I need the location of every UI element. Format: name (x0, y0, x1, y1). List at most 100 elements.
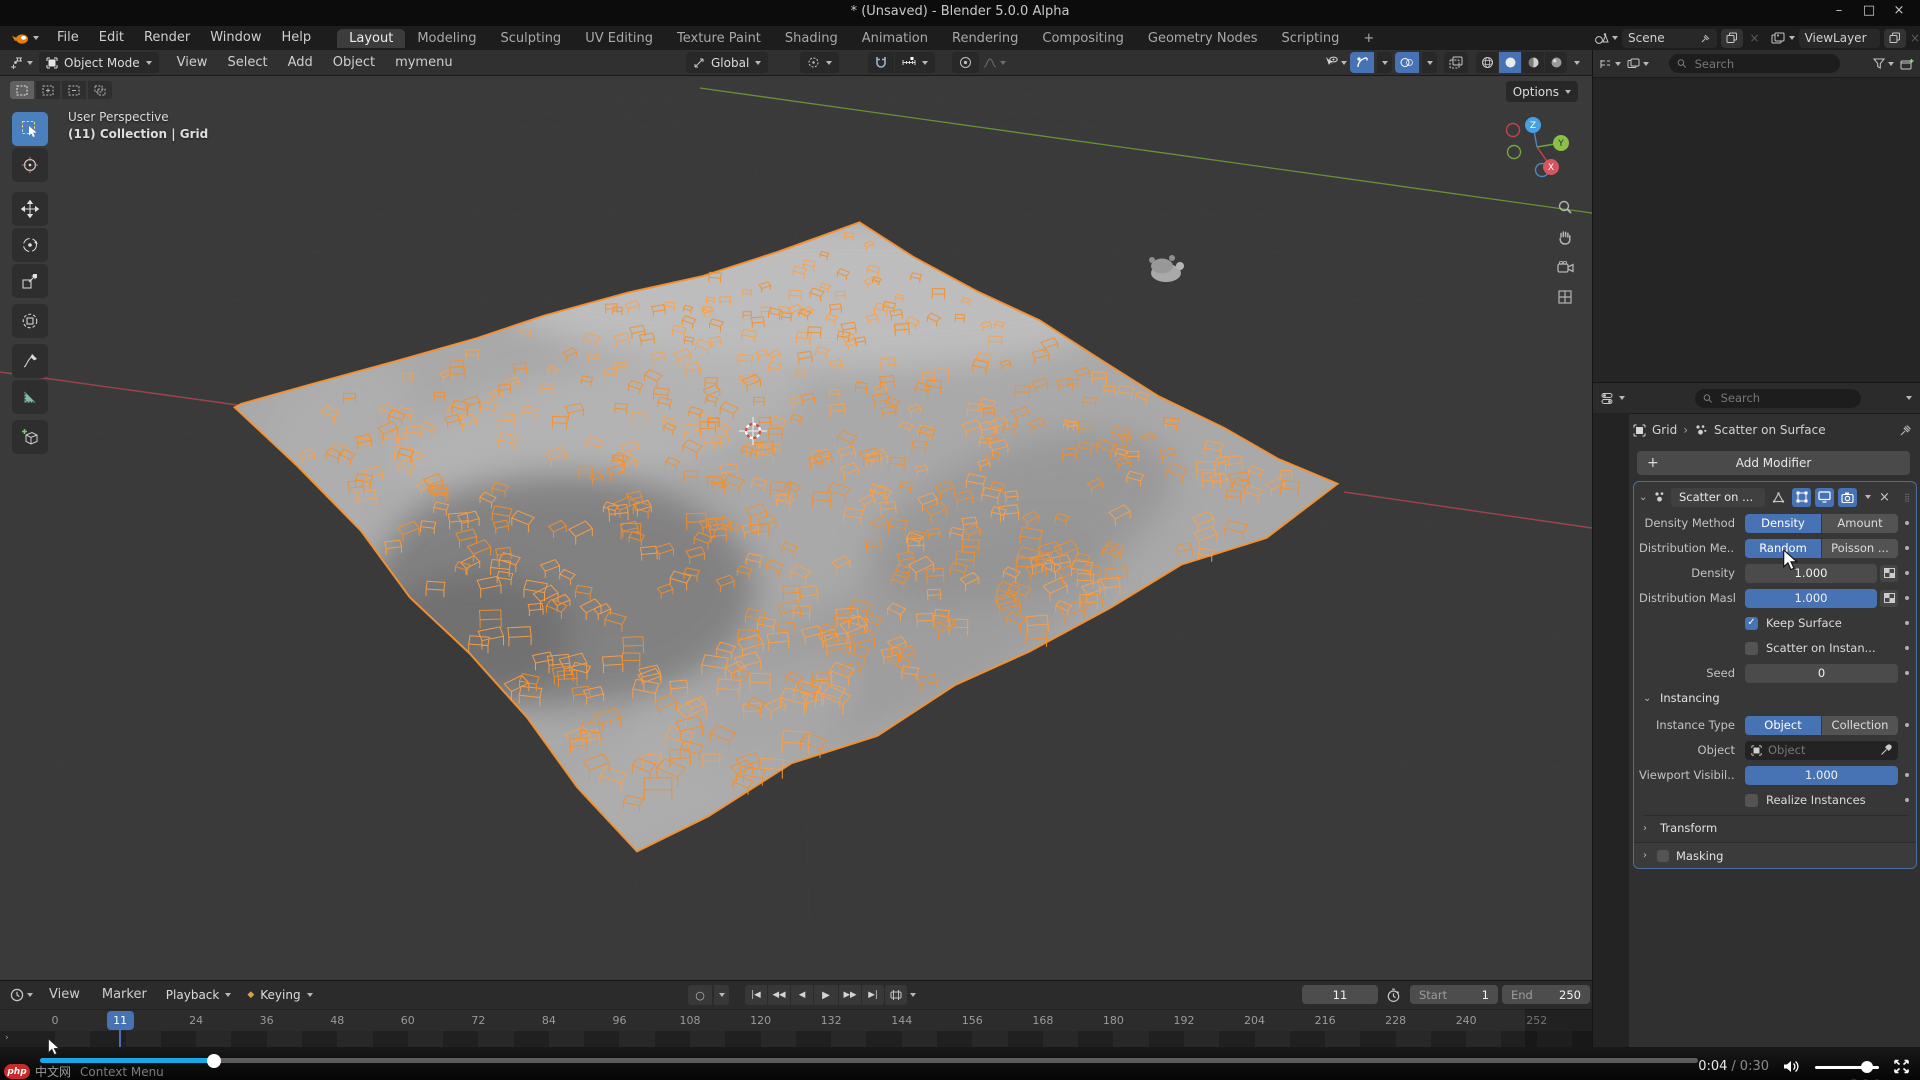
mode-dropdown[interactable]: Object Mode (39, 52, 159, 73)
tool-transform[interactable] (12, 304, 48, 338)
mask-texture-button[interactable] (1880, 590, 1898, 607)
timeline-menu-view[interactable]: View (39, 983, 90, 1007)
speaker-icon[interactable] (1783, 1059, 1801, 1074)
snap-toggle[interactable] (868, 52, 894, 73)
play-button[interactable]: ▶ (814, 985, 838, 1005)
tab-animation[interactable]: Animation (850, 29, 940, 48)
shading-dropdown[interactable] (1570, 61, 1584, 65)
viewlayer-name-field[interactable]: ViewLayer (1799, 29, 1880, 48)
preview-range-toggle[interactable] (885, 985, 907, 1005)
select-mode-new[interactable] (10, 81, 34, 99)
ortho-toggle-button[interactable] (1552, 284, 1578, 310)
outliner-search-input[interactable] (1693, 56, 1832, 72)
tool-annotate[interactable] (12, 344, 48, 378)
view3d-menu-mymenu[interactable]: mymenu (385, 51, 463, 75)
tab-uv-editing[interactable]: UV Editing (573, 29, 665, 48)
menu-edit[interactable]: Edit (89, 26, 134, 50)
breadcrumb-object[interactable]: Grid (1652, 423, 1677, 437)
menu-window[interactable]: Window (200, 26, 271, 50)
gizmos-toggle[interactable] (1350, 52, 1374, 73)
tab-compositing[interactable]: Compositing (1030, 29, 1136, 48)
modifier-viewport-toggle[interactable] (1815, 488, 1834, 507)
add-workspace-button[interactable]: + (1351, 29, 1386, 48)
minimize-button[interactable]: – (1824, 3, 1854, 18)
zoom-viewport-button[interactable] (1552, 194, 1578, 220)
visibility-dropdown[interactable] (1323, 56, 1347, 69)
select-mode-extend[interactable] (36, 81, 60, 99)
pin-icon[interactable] (1899, 424, 1912, 437)
preview-range-dropdown[interactable] (910, 993, 916, 997)
viewlayer-copy-button[interactable] (1884, 29, 1906, 48)
masking-checkbox[interactable] (1657, 850, 1669, 862)
animate-dot[interactable] (1905, 723, 1909, 727)
menu-help[interactable]: Help (272, 26, 322, 50)
scatter-on-instances-checkbox[interactable] (1745, 642, 1758, 655)
next-keyframe-button[interactable]: ▶▶ (839, 985, 861, 1005)
viewlayer-type-icon[interactable] (1771, 32, 1795, 45)
menu-file[interactable]: File (47, 26, 89, 50)
tool-measure[interactable] (12, 380, 48, 414)
timeline-menu-marker[interactable]: Marker (92, 983, 157, 1007)
scene-copy-button[interactable] (1721, 29, 1743, 48)
modifier-editmode-toggle[interactable] (1792, 488, 1811, 507)
end-frame-field[interactable]: End250 (1502, 985, 1590, 1004)
tab-scripting[interactable]: Scripting (1270, 29, 1352, 48)
animate-dot[interactable] (1905, 571, 1909, 575)
section-expand-icon[interactable]: › (1643, 850, 1653, 861)
section-expand-icon[interactable]: ⌄ (1643, 693, 1653, 704)
viewport-3d[interactable]: Z Y X User Perspective (11) Collection |… (0, 76, 1592, 980)
distribution-mask-slider[interactable]: 1.000 (1745, 589, 1877, 608)
breadcrumb-modifier[interactable]: Scatter on Surface (1714, 423, 1826, 437)
auto-keying-dropdown[interactable] (714, 985, 729, 1005)
shading-rendered-button[interactable] (1545, 52, 1567, 73)
animate-dot[interactable] (1905, 773, 1909, 777)
jump-to-end-button[interactable]: ▶| (862, 985, 884, 1005)
modifier-extras-dropdown[interactable] (1861, 495, 1875, 499)
drag-handle-icon[interactable]: ⣿ (1904, 493, 1911, 502)
editor-type-icon[interactable] (0, 56, 39, 69)
object-picker-field[interactable]: Object (1745, 741, 1898, 760)
density-texture-button[interactable] (1880, 565, 1898, 582)
camera-view-button[interactable] (1552, 254, 1578, 280)
new-collection-button[interactable] (1900, 58, 1914, 70)
tool-add-cube[interactable] (12, 420, 48, 454)
animate-dot[interactable] (1905, 521, 1909, 525)
properties-search[interactable] (1695, 389, 1861, 408)
eyedropper-icon[interactable] (1880, 744, 1892, 756)
modifier-close-button[interactable]: × (1879, 490, 1890, 505)
animate-dot[interactable] (1905, 671, 1909, 675)
pivot-dropdown[interactable] (800, 52, 839, 73)
prev-keyframe-button[interactable]: ◀◀ (768, 985, 790, 1005)
add-modifier-button[interactable]: + Add Modifier (1637, 451, 1910, 475)
density-method-amount[interactable]: Amount (1822, 514, 1898, 533)
timeline-ruler[interactable]: 0243648607284961081201321441561681801922… (0, 1009, 1592, 1032)
pan-viewport-button[interactable] (1552, 224, 1578, 250)
modifier-on-cage-toggle[interactable] (1769, 488, 1788, 507)
outliner-display-mode-dropdown[interactable] (1599, 58, 1621, 70)
properties-search-input[interactable] (1719, 390, 1853, 406)
channel-expand-icon[interactable]: › (5, 1033, 9, 1043)
player-progress-track[interactable] (40, 1058, 1698, 1063)
outliner-search[interactable] (1669, 54, 1840, 73)
fullscreen-icon[interactable] (1893, 1059, 1910, 1074)
keep-surface-checkbox[interactable]: ✓ (1745, 617, 1758, 630)
animate-dot[interactable] (1905, 798, 1909, 802)
blender-logo-icon[interactable] (0, 31, 47, 45)
maximize-button[interactable]: □ (1854, 3, 1884, 18)
density-value-field[interactable]: 1.000 (1745, 564, 1877, 583)
snap-settings-dropdown[interactable] (895, 52, 935, 73)
close-button[interactable]: × (1884, 3, 1914, 18)
tab-rendering[interactable]: Rendering (940, 29, 1030, 48)
suzanne-object[interactable] (1149, 255, 1184, 282)
playback-dropdown[interactable]: Playback (159, 985, 239, 1006)
section-expand-icon[interactable]: › (1643, 823, 1653, 834)
scene-name-field[interactable]: Scene (1622, 29, 1717, 48)
view3d-menu-select[interactable]: Select (217, 51, 277, 75)
tab-geometry-nodes[interactable]: Geometry Nodes (1136, 29, 1270, 48)
tab-modeling[interactable]: Modeling (405, 29, 488, 48)
section-instancing[interactable]: ⌄ Instancing (1643, 686, 1909, 710)
xray-toggle[interactable] (1444, 52, 1468, 73)
options-button[interactable]: Options (1506, 81, 1578, 102)
density-method-density[interactable]: Density (1745, 514, 1821, 533)
tab-layout[interactable]: Layout (337, 29, 405, 48)
